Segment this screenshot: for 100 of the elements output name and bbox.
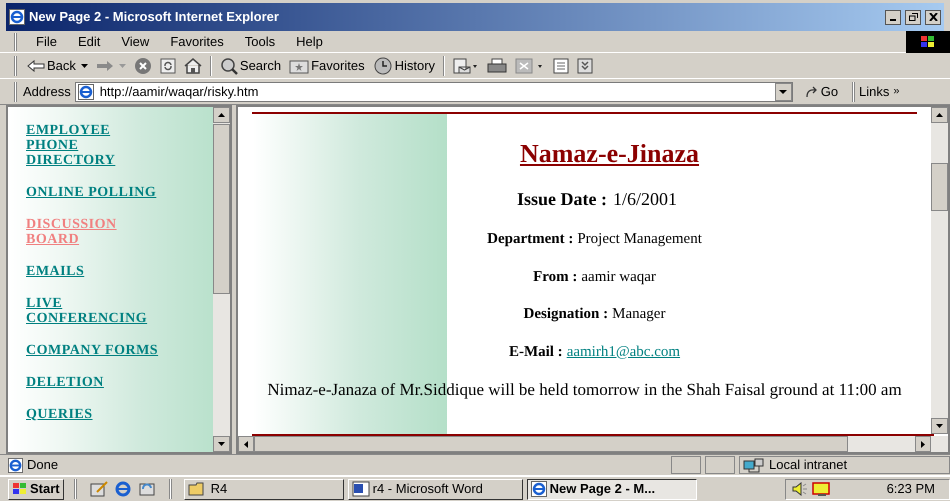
navigation-link[interactable]: COMPANY FORMS — [26, 343, 213, 358]
menu-item[interactable]: File — [27, 32, 66, 52]
status-text: Done — [27, 456, 60, 474]
close-button[interactable] — [925, 10, 941, 24]
caret-icon — [118, 64, 126, 68]
navigation-link[interactable]: EMPLOYEE PHONE DIRECTORY — [26, 123, 213, 168]
history-button[interactable]: History — [372, 56, 436, 76]
address-field[interactable]: http://aamir/waqar/risky.htm — [74, 82, 793, 102]
taskbar-button[interactable]: R4 — [184, 478, 344, 500]
zone-label: Local intranet — [769, 456, 848, 474]
down-arrow-icon — [779, 90, 788, 94]
right-arrow-icon — [921, 440, 925, 448]
scroll-thumb[interactable] — [931, 163, 948, 211]
down-arrow-icon — [218, 442, 225, 446]
go-button[interactable]: Go — [804, 82, 838, 102]
vertical-scrollbar[interactable] — [213, 107, 230, 452]
windows-logo-icon — [906, 30, 950, 52]
horizontal-scrollbar[interactable] — [238, 436, 948, 452]
scroll-right-button[interactable] — [915, 436, 931, 452]
field-value: Manager — [612, 305, 666, 324]
restore-icon — [908, 13, 918, 21]
back-button[interactable]: Back — [27, 56, 88, 76]
start-button[interactable]: Start — [8, 478, 64, 500]
window-title: New Page 2 - Microsoft Internet Explorer — [29, 8, 279, 26]
printer-icon — [487, 58, 508, 74]
field-label: E-Mail : — [508, 342, 563, 362]
stop-button[interactable] — [134, 56, 152, 74]
home-button[interactable] — [184, 58, 202, 74]
restore-button[interactable] — [905, 10, 921, 24]
scroll-thumb[interactable] — [254, 436, 848, 452]
email-link[interactable]: aamirh1@abc.com — [566, 340, 680, 363]
scroll-thumb[interactable] — [213, 124, 230, 294]
navigation-link[interactable]: QUERIES — [26, 407, 213, 422]
back-arrow-icon — [27, 58, 45, 72]
forward-arrow-icon — [96, 58, 114, 72]
clock: 6:23 PM — [886, 480, 936, 498]
vertical-scrollbar[interactable] — [931, 107, 948, 434]
notice-heading: Namaz-e-Jinaza — [520, 138, 700, 170]
navigation-link[interactable]: ONLINE POLLING — [26, 185, 213, 200]
pencil-desktop-icon[interactable] — [88, 480, 109, 498]
menu-item[interactable]: Tools — [236, 32, 284, 52]
navigation-link[interactable]: EMAILS — [26, 264, 213, 279]
links-toolbar-label[interactable]: Links — [859, 82, 890, 102]
notice-message: Nimaz-e-Janaza of Mr.Siddique will be held tomorrow in the Shah Faisal ground at 11:00 am — [266, 379, 903, 400]
monitor-icon[interactable] — [812, 481, 832, 497]
messenger-button[interactable] — [577, 58, 594, 74]
address-label: Address — [23, 82, 71, 101]
up-arrow-icon — [218, 113, 225, 117]
down-arrow-icon — [936, 424, 943, 428]
curved-arrow-icon — [804, 86, 819, 98]
taskbar-button[interactable]: r4 - Microsoft Word — [348, 478, 523, 500]
refresh-icon — [160, 58, 176, 74]
word-document-icon — [352, 481, 370, 497]
issue-date-value: 1/6/2001 — [612, 188, 677, 211]
taskbar-button[interactable]: New Page 2 - M... — [526, 478, 697, 500]
page-icon — [8, 458, 23, 472]
menu-item[interactable]: Favorites — [161, 32, 233, 52]
field-value: Project Management — [577, 230, 702, 249]
document-icon — [553, 58, 570, 74]
minimize-button[interactable] — [885, 10, 901, 24]
browser-icon[interactable] — [112, 480, 133, 498]
mail-icon — [453, 58, 480, 74]
menu-item[interactable]: Help — [287, 32, 332, 52]
navigation-link[interactable]: LIVE CONFERENCING — [26, 296, 213, 326]
scroll-up-button[interactable] — [213, 107, 230, 123]
up-arrow-icon — [936, 113, 943, 117]
menu-item[interactable]: Edit — [68, 32, 110, 52]
discuss-button[interactable] — [553, 58, 570, 74]
clock-icon — [372, 56, 393, 74]
field-value: aamir waqar — [581, 268, 656, 286]
chevron-text[interactable]: » — [893, 83, 900, 100]
field-label: Designation : — [524, 305, 608, 324]
scroll-down-button[interactable] — [931, 418, 948, 434]
dropdown-button[interactable] — [774, 82, 792, 100]
print-button[interactable] — [487, 58, 508, 74]
field-label: Department : — [487, 230, 574, 249]
scroll-up-button[interactable] — [931, 107, 948, 123]
scroll-down-button[interactable] — [213, 436, 230, 452]
refresh-button[interactable] — [160, 58, 176, 74]
search-button[interactable]: Search — [220, 56, 282, 76]
mail-button[interactable] — [453, 58, 480, 74]
field-label: From : — [533, 268, 578, 286]
scroll-left-button[interactable] — [238, 436, 254, 452]
menu-item[interactable]: View — [112, 32, 158, 52]
page-icon — [78, 84, 94, 100]
stop-icon — [134, 56, 152, 74]
close-icon — [928, 13, 938, 21]
left-arrow-icon — [244, 440, 248, 448]
browser-page-icon — [530, 481, 547, 497]
browser-icon — [9, 9, 25, 25]
caret-icon — [80, 64, 88, 68]
speaker-icon[interactable] — [792, 482, 808, 496]
navigation-link[interactable]: DELETION — [26, 375, 213, 390]
network-computer-icon — [743, 457, 765, 473]
windows-logo-icon — [12, 482, 28, 496]
favorites-button[interactable]: Favorites — [289, 56, 365, 76]
home-icon — [184, 58, 202, 74]
double-chevron-icon — [577, 58, 594, 74]
search-icon — [220, 56, 238, 74]
issue-date-label: Issue Date : — [516, 188, 607, 211]
